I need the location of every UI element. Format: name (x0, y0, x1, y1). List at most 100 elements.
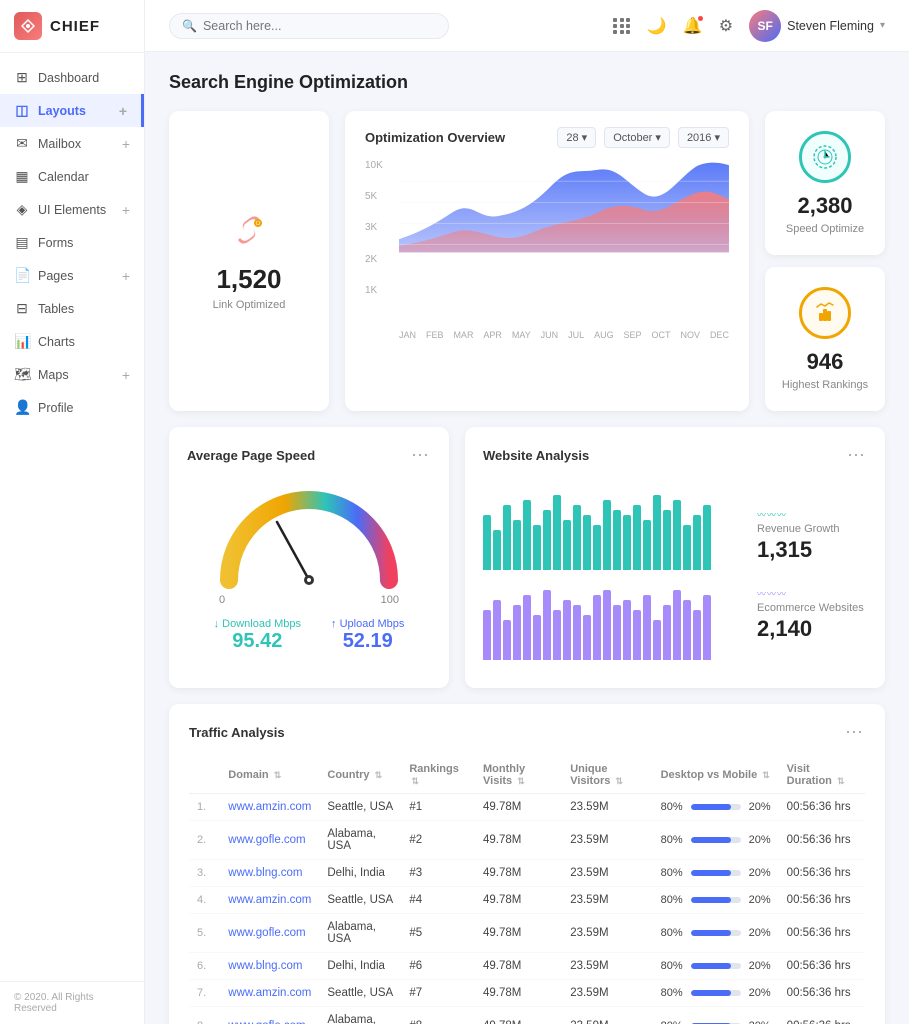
table-row: 2. www.gofle.com Alabama, USA #2 49.78M … (189, 821, 865, 860)
cell-num: 2. (189, 821, 220, 860)
col-country[interactable]: Country ⇅ (319, 757, 401, 794)
table-header: Traffic Analysis ⋯ (189, 722, 865, 743)
pages-icon: 📄 (14, 267, 30, 284)
grid-icon[interactable] (613, 18, 631, 34)
speed-gauge-card: Average Page Speed ⋯ (169, 427, 449, 688)
ui-elements-icon: ◈ (14, 201, 30, 218)
chart-header: Optimization Overview 28 ▾ October ▾ 201… (365, 127, 729, 148)
analysis-content: 〰〰〰 Revenue Growth 1,315 〰〰〰 Ecommerce W… (483, 480, 867, 670)
sidebar-item-dashboard[interactable]: ⊞Dashboard (0, 61, 144, 94)
cell-domain: www.amzin.com (220, 794, 319, 821)
sidebar-item-ui-elements[interactable]: ◈UI Elements + (0, 193, 144, 226)
speed-stats: ↓ Download Mbps 95.42 ↑ Upload Mbps 52.1… (214, 618, 405, 653)
optimization-chart-card: Optimization Overview 28 ▾ October ▾ 201… (345, 111, 749, 411)
layouts-expand[interactable]: + (119, 103, 127, 119)
main-content: 🔍 🌙 🔔 ⚙ SF Steven Fleming ▾ (145, 0, 909, 1024)
cell-ranking: #4 (401, 887, 475, 914)
col-rankings[interactable]: Rankings ⇅ (401, 757, 475, 794)
cell-unique: 23.59M (562, 914, 652, 953)
speed-optimize-value: 2,380 (797, 193, 852, 219)
page-title: Search Engine Optimization (169, 72, 885, 93)
revenue-growth-stat: 〰〰〰 Revenue Growth 1,315 (757, 508, 867, 563)
speed-icon (799, 131, 851, 183)
sidebar-item-calendar[interactable]: ▦ Calendar (0, 160, 144, 193)
user-info[interactable]: SF Steven Fleming ▾ (749, 10, 885, 42)
highest-rankings-label: Highest Rankings (782, 379, 868, 391)
theme-toggle-icon[interactable]: 🌙 (647, 16, 667, 36)
sidebar-label-mailbox: Mailbox (38, 137, 81, 151)
cell-duration: 00:56:36 hrs (779, 980, 865, 1007)
upload-stat: ↑ Upload Mbps 52.19 (331, 618, 404, 653)
y-axis-labels: 10K5K3K2K1K (365, 160, 395, 316)
sidebar-item-charts[interactable]: 📊 Charts (0, 325, 144, 358)
chevron-down-icon: ▾ (880, 20, 885, 31)
right-stats: 2,380 Speed Optimize 946 (765, 111, 885, 411)
search-icon: 🔍 (182, 19, 197, 33)
col-desktop-mobile[interactable]: Desktop vs Mobile ⇅ (653, 757, 779, 794)
sidebar-item-maps[interactable]: 🗺Maps + (0, 358, 144, 391)
layouts-icon: ◫ (14, 102, 30, 119)
sidebar-item-pages[interactable]: 📄Pages + (0, 259, 144, 292)
table-row: 7. www.amzin.com Seattle, USA #7 49.78M … (189, 980, 865, 1007)
filter-month[interactable]: October ▾ (604, 127, 670, 148)
gauge-labels: 0 100 (219, 594, 399, 606)
nav-menu: ⊞Dashboard ◫Layouts + ✉Mailbox + ▦ Calend… (0, 53, 144, 981)
col-duration[interactable]: Visit Duration ⇅ (779, 757, 865, 794)
calendar-icon: ▦ (14, 168, 30, 185)
search-box[interactable]: 🔍 (169, 13, 449, 39)
pages-expand[interactable]: + (122, 268, 130, 284)
maps-expand[interactable]: + (122, 367, 130, 383)
cell-country: Seattle, USA (319, 980, 401, 1007)
col-unique[interactable]: Unique Visitors ⇅ (562, 757, 652, 794)
cell-num: 3. (189, 860, 220, 887)
cell-unique: 23.59M (562, 953, 652, 980)
cell-domain: www.amzin.com (220, 980, 319, 1007)
link-icon (230, 211, 268, 256)
col-num (189, 757, 220, 794)
logo-icon (14, 12, 42, 40)
cell-unique: 23.59M (562, 887, 652, 914)
table-menu-icon[interactable]: ⋯ (845, 722, 865, 743)
cell-unique: 23.59M (562, 794, 652, 821)
sidebar-item-profile[interactable]: 👤Profile (0, 391, 144, 424)
sidebar-item-forms[interactable]: ▤Forms (0, 226, 144, 259)
cell-monthly: 49.78M (475, 914, 562, 953)
cell-duration: 00:56:36 hrs (779, 914, 865, 953)
charts-icon: 📊 (14, 333, 30, 350)
cell-country: Seattle, USA (319, 887, 401, 914)
filter-year[interactable]: 2016 ▾ (678, 127, 729, 148)
sidebar-label-charts: Charts (38, 335, 75, 349)
speed-menu-icon[interactable]: ⋯ (411, 445, 431, 466)
chart-filters: 28 ▾ October ▾ 2016 ▾ (557, 127, 729, 148)
ecommerce-mini-chart: 〰〰〰 (757, 587, 867, 600)
cell-duration: 00:56:36 hrs (779, 953, 865, 980)
mailbox-expand[interactable]: + (122, 136, 130, 152)
ui-elements-expand[interactable]: + (122, 202, 130, 218)
cell-ranking: #6 (401, 953, 475, 980)
cell-country: Delhi, India (319, 953, 401, 980)
sidebar-label-maps: Maps (38, 368, 69, 382)
sidebar-label-calendar: Calendar (38, 170, 89, 184)
sidebar-item-mailbox[interactable]: ✉Mailbox + (0, 127, 144, 160)
sidebar-item-layouts[interactable]: ◫Layouts + (0, 94, 144, 127)
cell-num: 7. (189, 980, 220, 1007)
col-monthly[interactable]: Monthly Visits ⇅ (475, 757, 562, 794)
cell-num: 6. (189, 953, 220, 980)
tables-icon: ⊟ (14, 300, 30, 317)
analysis-menu-icon[interactable]: ⋯ (847, 445, 867, 466)
cell-ranking: #2 (401, 821, 475, 860)
website-analysis-card: Website Analysis ⋯ (465, 427, 885, 688)
cell-ranking: #8 (401, 1007, 475, 1024)
filter-day[interactable]: 28 ▾ (557, 127, 596, 148)
traffic-table-title: Traffic Analysis (189, 725, 285, 740)
upload-label: ↑ Upload Mbps (331, 618, 404, 630)
search-input[interactable] (203, 19, 436, 33)
sidebar-item-tables[interactable]: ⊟Tables (0, 292, 144, 325)
cell-desktop-mobile: 80% 20% (653, 821, 779, 860)
settings-icon[interactable]: ⚙ (719, 16, 733, 36)
col-domain[interactable]: Domain ⇅ (220, 757, 319, 794)
x-axis-labels: JANFEBMARAPRMAYJUNJULAUGSEPOCTNOVDEC (399, 330, 729, 340)
table-row: 5. www.gofle.com Alabama, USA #5 49.78M … (189, 914, 865, 953)
analysis-title: Website Analysis (483, 448, 589, 463)
notifications-icon[interactable]: 🔔 (683, 16, 703, 36)
